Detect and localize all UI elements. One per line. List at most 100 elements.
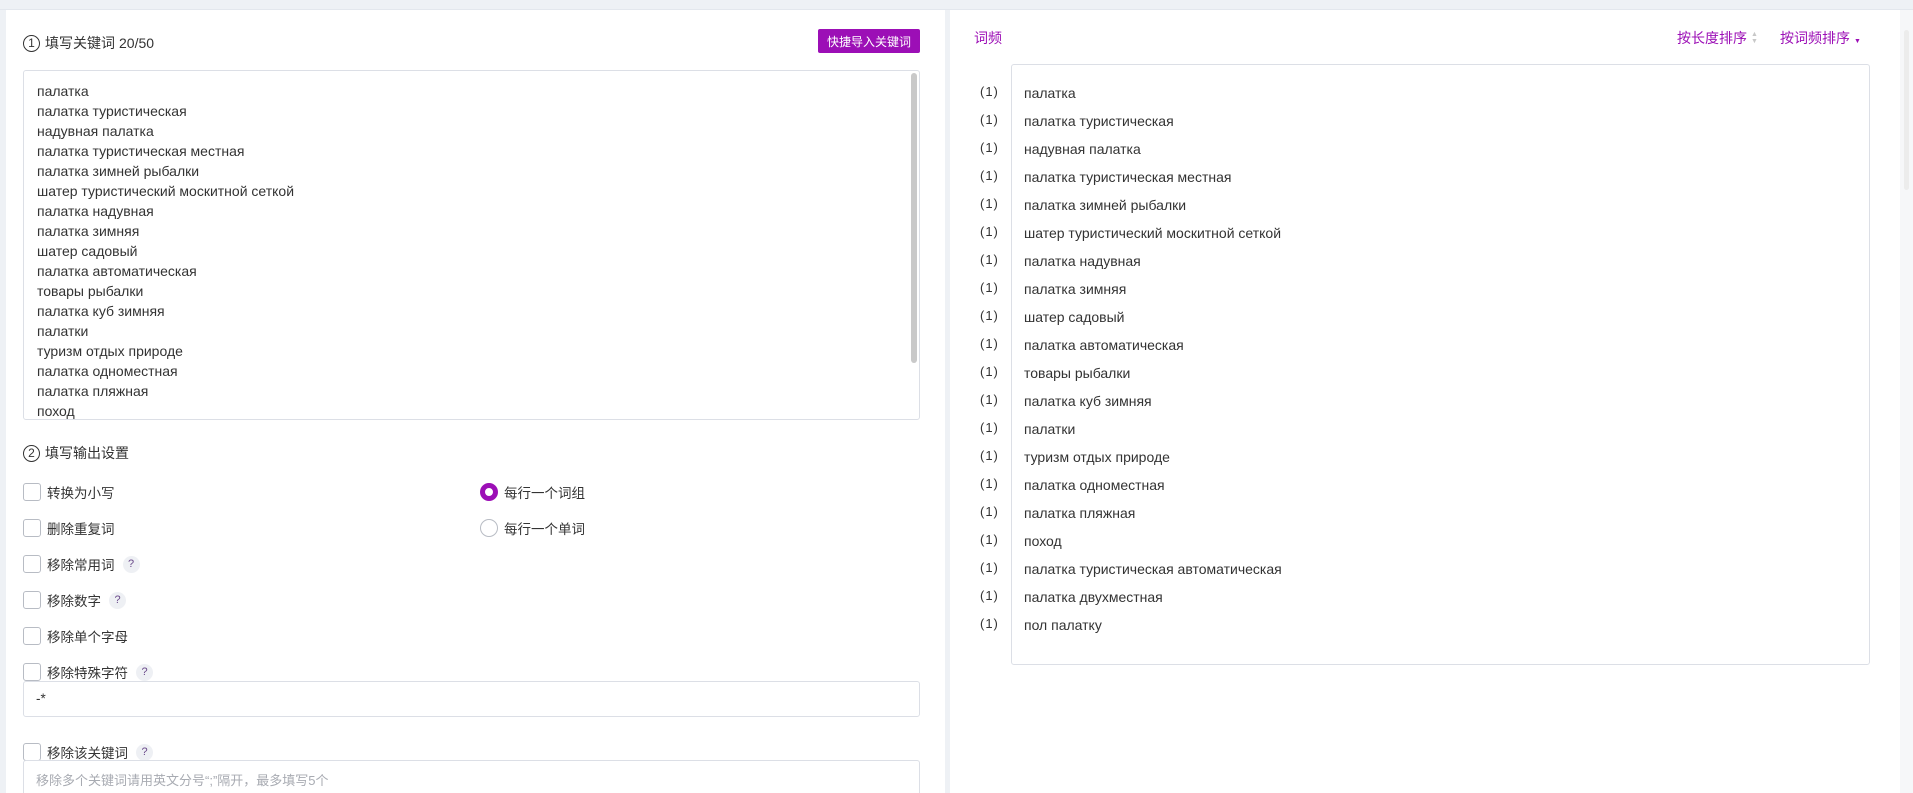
option-remove-keywords[interactable]: 移除该关键词 ? bbox=[23, 742, 153, 762]
frequency-count: (1) bbox=[980, 84, 999, 99]
remove-special-chars-checkbox[interactable] bbox=[23, 663, 41, 681]
per-line-phrase-label: 每行一个词组 bbox=[504, 486, 585, 501]
result-item: надувная палатка bbox=[1024, 141, 1141, 157]
remove-duplicates-label: 删除重复词 bbox=[47, 522, 115, 537]
kw-line: палатка зимней рыбалки bbox=[37, 163, 200, 179]
lowercase-checkbox[interactable] bbox=[23, 483, 41, 501]
per-line-word-label: 每行一个单词 bbox=[504, 522, 585, 537]
result-item: палатки bbox=[1024, 421, 1076, 437]
result-item: палатка пляжная bbox=[1024, 505, 1136, 521]
option-remove-numbers[interactable]: 移除数字 ? bbox=[23, 590, 126, 610]
frequency-counts: (1) (1) (1) (1) (1) (1) (1) (1) (1) (1) … bbox=[980, 78, 1014, 638]
kw-line: палатка одноместная bbox=[37, 363, 178, 379]
option-lowercase[interactable]: 转换为小写 bbox=[23, 482, 115, 502]
result-item: палатка туристическая местная bbox=[1024, 169, 1232, 185]
kw-line: поход bbox=[37, 403, 75, 419]
help-icon[interactable]: ? bbox=[122, 555, 140, 573]
step2-header: 2 填写输出设置 bbox=[23, 443, 129, 463]
result-list[interactable]: палатка палатка туристическая надувная п… bbox=[1011, 64, 1870, 665]
step1-header: 1 填写关键词 20/50 bbox=[23, 33, 154, 53]
remove-single-letters-checkbox[interactable] bbox=[23, 627, 41, 645]
frequency-count: (1) bbox=[980, 588, 999, 603]
result-item: палатка туристическая автоматическая bbox=[1024, 561, 1282, 577]
frequency-count: (1) bbox=[980, 448, 999, 463]
kw-line: шатер туристический москитной сеткой bbox=[37, 183, 295, 199]
step2-title: 填写输出设置 bbox=[45, 445, 129, 461]
frequency-count: (1) bbox=[980, 616, 999, 631]
remove-keywords-checkbox[interactable] bbox=[23, 743, 41, 761]
result-item: палатка зимняя bbox=[1024, 281, 1127, 297]
option-per-line-phrase[interactable]: 每行一个词组 bbox=[480, 482, 585, 502]
remove-single-letters-label: 移除单个字母 bbox=[47, 630, 128, 645]
frequency-count: (1) bbox=[980, 196, 999, 211]
frequency-count: (1) bbox=[980, 476, 999, 491]
sort-by-frequency-button[interactable]: 按词频排序 ▲ ▼ bbox=[1780, 28, 1861, 48]
keywords-textarea[interactable]: палатка палатка туристическая надувная п… bbox=[23, 70, 920, 420]
result-item: палатка автоматическая bbox=[1024, 337, 1184, 353]
kw-line: палатка куб зимняя bbox=[37, 303, 165, 319]
sort-arrows-icon: ▲ ▼ bbox=[1751, 31, 1758, 45]
result-item: палатка bbox=[1024, 85, 1076, 101]
remove-special-chars-label: 移除特殊字符 bbox=[47, 666, 128, 681]
lowercase-label: 转换为小写 bbox=[47, 486, 115, 501]
kw-line: палатка надувная bbox=[37, 203, 154, 219]
frequency-count: (1) bbox=[980, 560, 999, 575]
result-item: палатка куб зимняя bbox=[1024, 393, 1152, 409]
help-icon[interactable]: ? bbox=[136, 743, 153, 761]
kw-line: туризм отдых природе bbox=[37, 343, 183, 359]
top-bar bbox=[0, 0, 1913, 10]
special-chars-input[interactable]: -* bbox=[23, 681, 920, 717]
remove-common-checkbox[interactable] bbox=[23, 555, 41, 573]
help-icon[interactable]: ? bbox=[136, 663, 153, 681]
result-panel: 词频 按长度排序 ▲ ▼ 按词频排序 ▲ ▼ (1) (1) (1) (1) (1)… bbox=[950, 10, 1900, 793]
option-per-line-word[interactable]: 每行一个单词 bbox=[480, 518, 585, 538]
kw-line: палатка туристическая bbox=[37, 103, 187, 119]
per-line-phrase-radio[interactable] bbox=[480, 483, 498, 501]
option-remove-single-letters[interactable]: 移除单个字母 bbox=[23, 626, 128, 646]
frequency-count: (1) bbox=[980, 364, 999, 379]
frequency-count: (1) bbox=[980, 168, 999, 183]
sort-by-length-label: 按长度排序 bbox=[1677, 30, 1747, 46]
remove-numbers-label: 移除数字 bbox=[47, 594, 101, 609]
frequency-count: (1) bbox=[980, 336, 999, 351]
frequency-count: (1) bbox=[980, 140, 999, 155]
sort-by-length-button[interactable]: 按长度排序 ▲ ▼ bbox=[1677, 28, 1758, 48]
frequency-count: (1) bbox=[980, 280, 999, 295]
per-line-word-radio[interactable] bbox=[480, 519, 498, 537]
remove-common-label: 移除常用词 bbox=[47, 558, 115, 573]
option-remove-duplicates[interactable]: 删除重复词 bbox=[23, 518, 115, 538]
option-remove-special-chars[interactable]: 移除特殊字符 ? bbox=[23, 662, 153, 682]
textarea-scrollbar[interactable] bbox=[911, 73, 917, 363]
option-remove-common[interactable]: 移除常用词 ? bbox=[23, 554, 140, 574]
result-item: шатер садовый bbox=[1024, 309, 1125, 325]
frequency-count: (1) bbox=[980, 504, 999, 519]
page-scrollbar-thumb[interactable] bbox=[1904, 30, 1909, 190]
step1-title: 填写关键词 bbox=[45, 35, 115, 51]
result-item: палатка двухместная bbox=[1024, 589, 1163, 605]
kw-line: палатка автоматическая bbox=[37, 263, 197, 279]
result-item: палатка зимней рыбалки bbox=[1024, 197, 1187, 213]
result-item: палатка одноместная bbox=[1024, 477, 1165, 493]
page-scrollbar[interactable] bbox=[1900, 10, 1913, 793]
kw-line: палатка туристическая местная bbox=[37, 143, 245, 159]
kw-line: шатер садовый bbox=[37, 243, 138, 259]
result-item: пол палатку bbox=[1024, 617, 1102, 633]
sort-desc-icon: ▲ ▼ bbox=[1854, 31, 1861, 45]
keyword-count: 20/50 bbox=[119, 35, 155, 51]
remove-duplicates-checkbox[interactable] bbox=[23, 519, 41, 537]
remove-numbers-checkbox[interactable] bbox=[23, 591, 41, 609]
step1-number: 1 bbox=[23, 34, 40, 52]
quick-import-button[interactable]: 快捷导入关键词 bbox=[818, 29, 920, 53]
frequency-label: 词频 bbox=[974, 30, 1002, 46]
remove-keywords-input[interactable]: 移除多个关键词请用英文分号“;”隔开，最多填写5个 bbox=[23, 760, 920, 793]
result-item: туризм отдых природе bbox=[1024, 449, 1170, 465]
kw-line: палатка bbox=[37, 83, 89, 99]
kw-line: палатка зимняя bbox=[37, 223, 140, 239]
frequency-count: (1) bbox=[980, 224, 999, 239]
result-item: товары рыбалки bbox=[1024, 365, 1131, 381]
frequency-count: (1) bbox=[980, 420, 999, 435]
result-item: поход bbox=[1024, 533, 1062, 549]
step2-number: 2 bbox=[23, 444, 40, 462]
frequency-count: (1) bbox=[980, 308, 999, 323]
help-icon[interactable]: ? bbox=[109, 591, 126, 609]
